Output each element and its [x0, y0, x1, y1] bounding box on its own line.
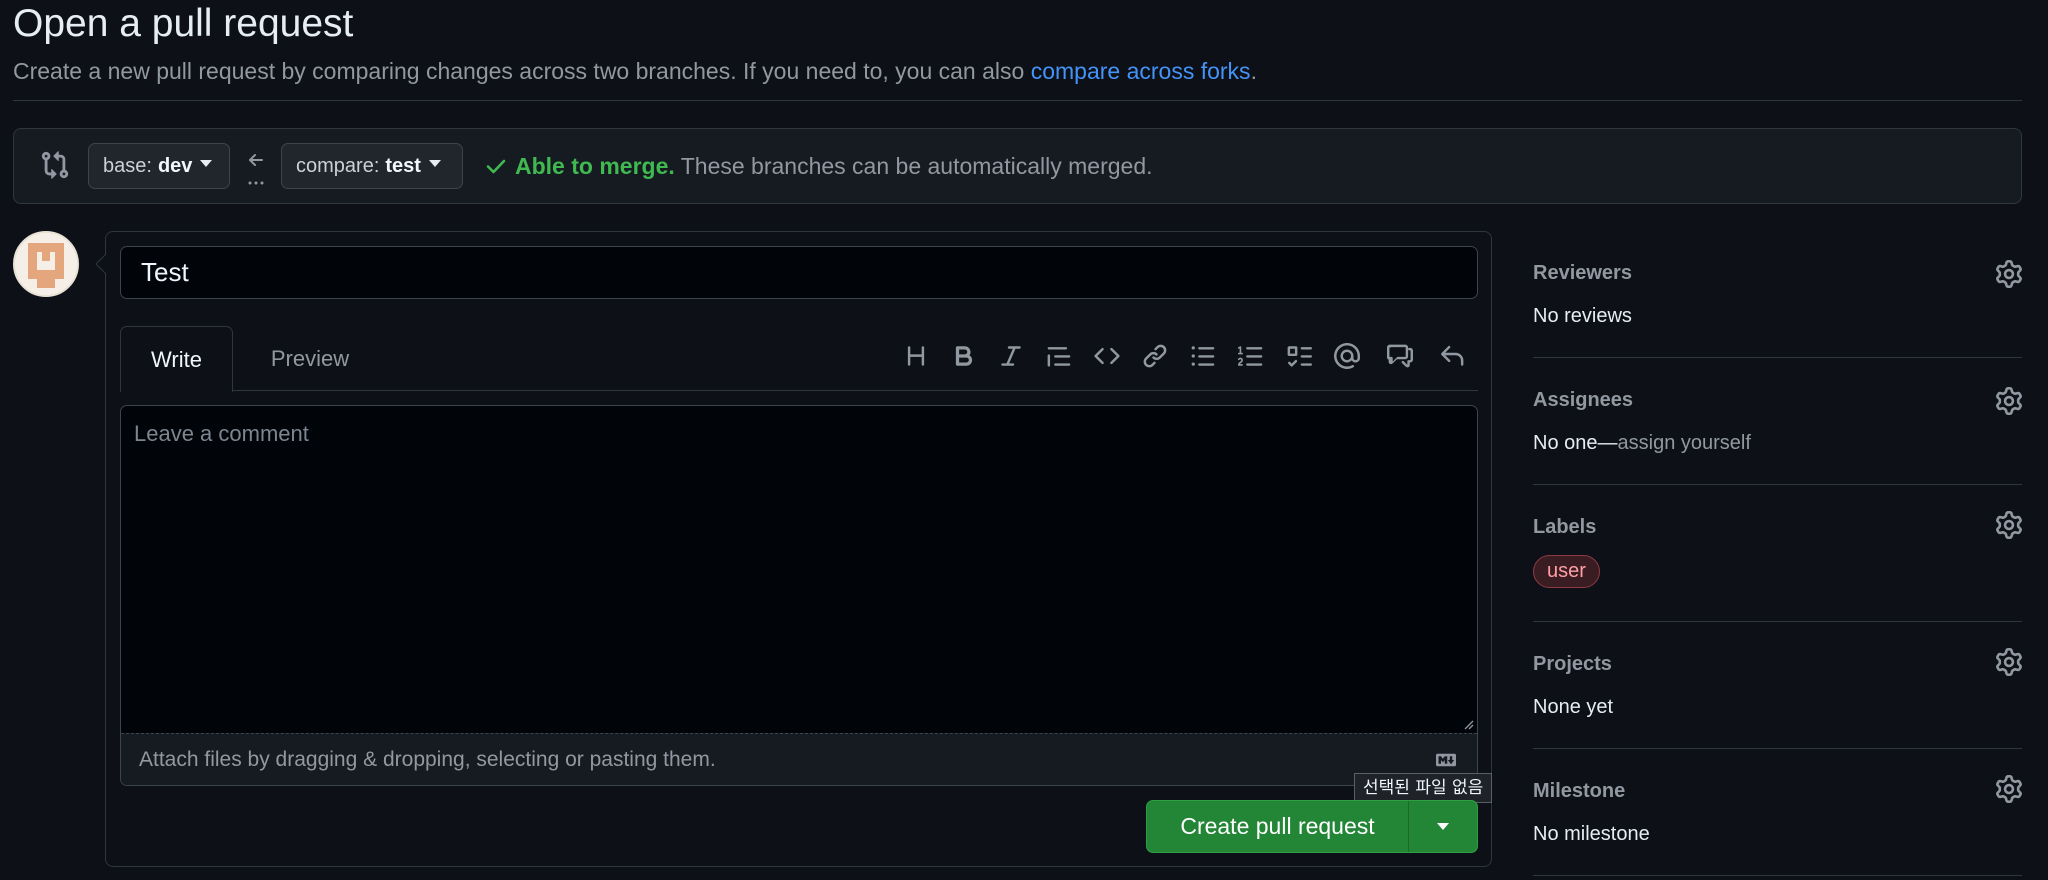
sidebar-divider	[1533, 357, 2022, 358]
gear-icon[interactable]	[1995, 511, 2023, 539]
create-pull-request-button-group: Create pull request	[1146, 800, 1478, 853]
comment-textarea[interactable]	[120, 405, 1478, 733]
milestone-heading[interactable]: Milestone	[1533, 778, 1625, 804]
check-icon	[486, 159, 506, 174]
sidebar-divider	[1533, 748, 2022, 749]
reviewers-heading[interactable]: Reviewers	[1533, 260, 1632, 286]
file-tooltip: 선택된 파일 없음	[1354, 773, 1493, 803]
caret-down-icon	[200, 159, 213, 167]
resize-handle-icon[interactable]	[1462, 718, 1474, 730]
gear-icon[interactable]	[1995, 648, 2023, 676]
assign-yourself-link[interactable]: assign yourself	[1618, 432, 1751, 454]
pr-title-input[interactable]	[120, 246, 1478, 299]
caret-down-icon	[428, 159, 441, 167]
cross-reference-icon[interactable]	[1386, 342, 1414, 370]
milestone-value: No milestone	[1533, 823, 1650, 845]
sidebar-divider	[1533, 621, 2022, 622]
arrow-left-icon	[248, 154, 264, 185]
merge-status: Able to merge. These branches can be aut…	[515, 153, 1153, 179]
ordered-list-icon[interactable]	[1237, 342, 1265, 370]
sidebar-divider	[1533, 875, 2022, 876]
form-pointer-arrow	[95, 254, 107, 274]
markdown-icon[interactable]	[1432, 750, 1460, 770]
tab-write[interactable]: Write	[120, 326, 233, 392]
compare-across-forks-link[interactable]: compare across forks	[1031, 58, 1251, 84]
italic-icon[interactable]	[997, 342, 1025, 370]
attach-files-text: Attach files by dragging & dropping, sel…	[139, 748, 716, 771]
create-options-dropdown[interactable]	[1409, 801, 1477, 852]
link-icon[interactable]	[1141, 342, 1169, 370]
identicon-icon	[15, 233, 77, 295]
assignees-heading[interactable]: Assignees	[1533, 387, 1633, 413]
bold-icon[interactable]	[950, 342, 978, 370]
caret-down-icon	[1437, 823, 1449, 830]
gear-icon[interactable]	[1995, 387, 2023, 415]
git-compare-icon	[41, 151, 69, 179]
assignees-value: No one—assign yourself	[1533, 432, 1751, 454]
base-branch-select[interactable]: base: dev	[88, 143, 230, 189]
sidebar-divider	[1533, 484, 2022, 485]
projects-heading[interactable]: Projects	[1533, 651, 1612, 677]
labels-heading[interactable]: Labels	[1533, 514, 1596, 540]
unordered-list-icon[interactable]	[1189, 342, 1217, 370]
tab-preview[interactable]: Preview	[250, 326, 370, 392]
quote-icon[interactable]	[1045, 342, 1073, 370]
page-subtitle: Create a new pull request by comparing c…	[13, 58, 1257, 84]
create-pull-request-button[interactable]: Create pull request	[1147, 801, 1409, 852]
gear-icon[interactable]	[1995, 775, 2023, 803]
avatar[interactable]	[13, 231, 79, 297]
reviewers-value: No reviews	[1533, 305, 1632, 327]
projects-value: None yet	[1533, 696, 1614, 718]
task-list-icon[interactable]	[1285, 342, 1313, 370]
label-user[interactable]: user	[1533, 555, 1600, 588]
mention-icon[interactable]	[1333, 342, 1361, 370]
heading-icon[interactable]	[902, 342, 930, 370]
compare-branch-select[interactable]: compare: test	[281, 143, 463, 189]
code-icon[interactable]	[1093, 342, 1121, 370]
reply-icon[interactable]	[1438, 342, 1466, 370]
page-title: Open a pull request	[13, 2, 354, 45]
gear-icon[interactable]	[1995, 260, 2023, 288]
header-divider	[13, 100, 2022, 101]
